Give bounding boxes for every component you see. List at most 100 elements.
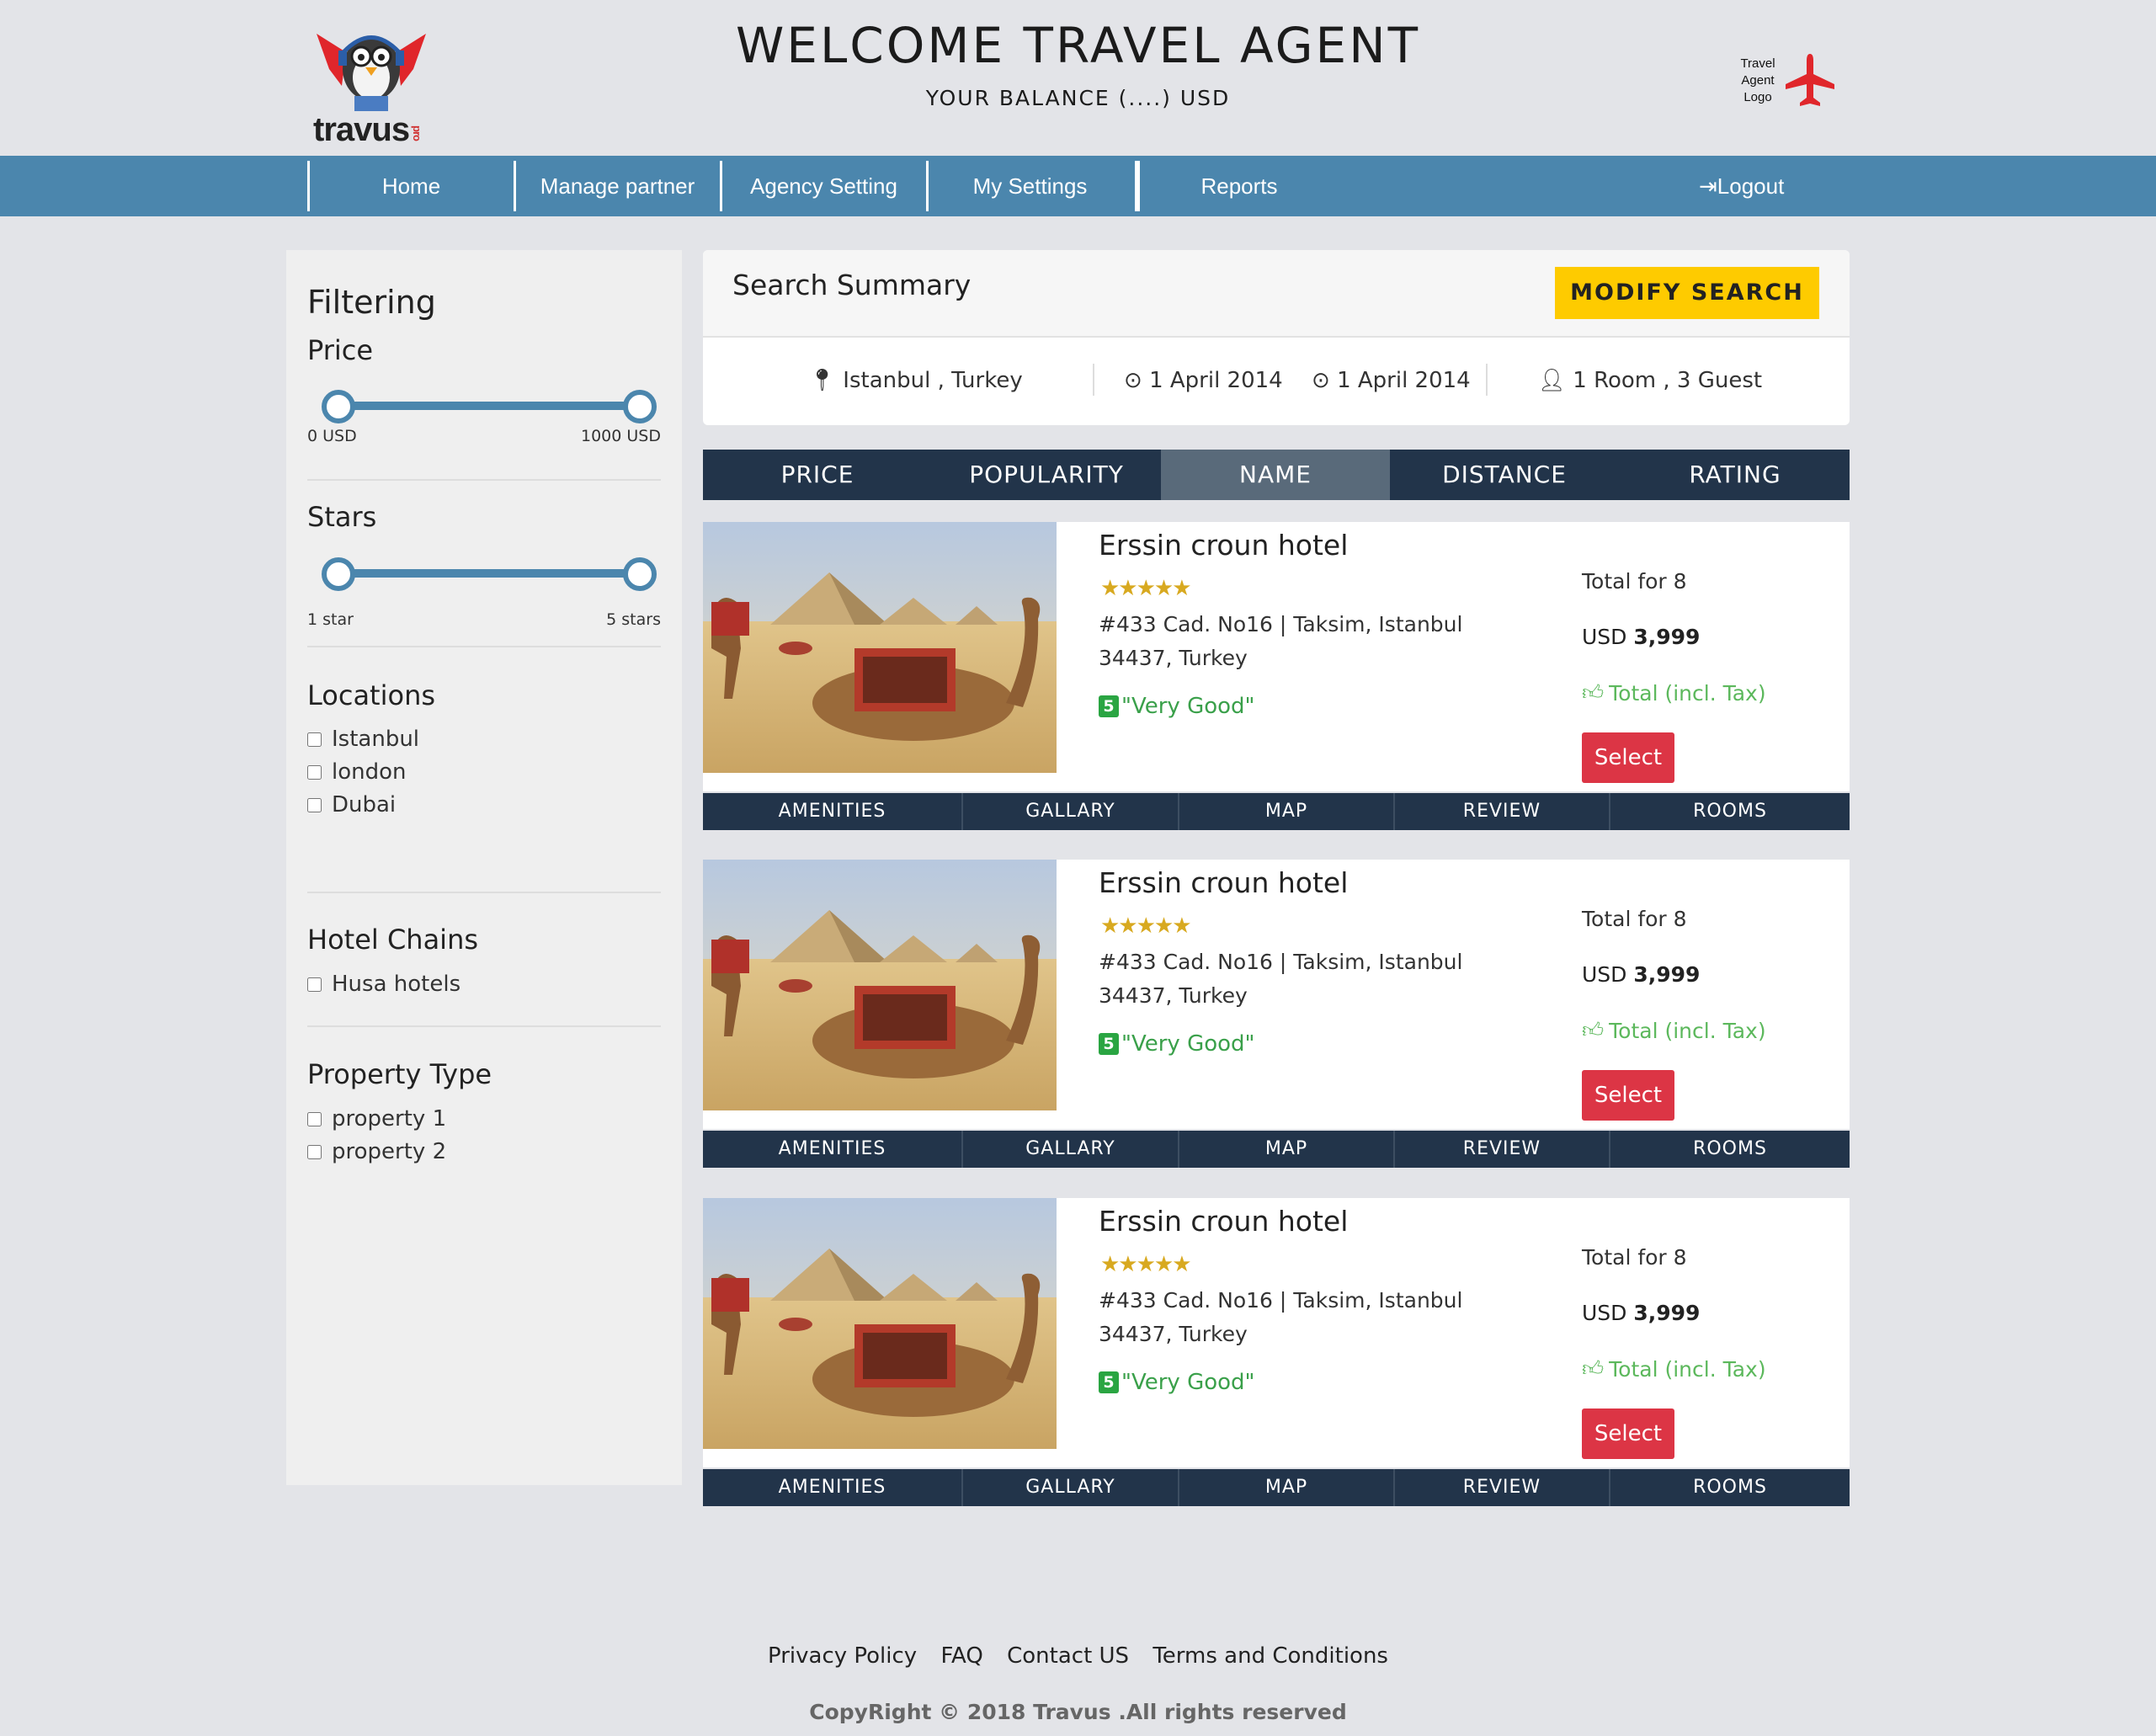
- contact-us-link[interactable]: Contact US: [1007, 1643, 1129, 1669]
- tab-map[interactable]: MAP: [1178, 1469, 1393, 1506]
- faq-link[interactable]: FAQ: [940, 1643, 982, 1669]
- main-nav: Home Manage partner Agency Setting My Se…: [0, 156, 2156, 216]
- hotel-card: Erssin croun hotel ★★★★★ #433 Cad. No16 …: [703, 860, 1850, 1168]
- property-label: property 2: [332, 1139, 447, 1164]
- privacy-policy-link[interactable]: Privacy Policy: [768, 1643, 917, 1669]
- thumbs-up-icon: 👍︎: [1582, 680, 1605, 705]
- hotel-name[interactable]: Erssin croun hotel: [1099, 529, 1348, 562]
- tab-gallery[interactable]: GALLARY: [961, 1469, 1178, 1506]
- price-slider-max-handle[interactable]: [623, 390, 657, 423]
- price-currency: USD: [1582, 1301, 1627, 1325]
- hotel-card-tabs: AMENITIES GALLARY MAP REVIEW ROOMS: [703, 793, 1850, 830]
- summary-location: 📍︎ Istanbul , Turkey: [808, 368, 1023, 393]
- tab-rooms[interactable]: ROOMS: [1609, 1469, 1850, 1506]
- search-summary: Search Summary MODIFY SEARCH 📍︎ Istanbul…: [703, 250, 1850, 425]
- location-option-dubai[interactable]: Dubai: [307, 792, 396, 817]
- total-for-label: Total for 8: [1582, 1245, 1687, 1270]
- logout-button[interactable]: ⇥Logout: [1699, 156, 1784, 216]
- tab-rooms[interactable]: ROOMS: [1609, 793, 1850, 830]
- price-slider-track[interactable]: [335, 402, 638, 410]
- chain-label: Husa hotels: [332, 972, 461, 997]
- rating-text: "Very Good": [1121, 1031, 1255, 1057]
- nav-home[interactable]: Home: [307, 161, 513, 211]
- stars-slider-max-handle[interactable]: [623, 557, 657, 591]
- nav-my-settings[interactable]: My Settings: [926, 161, 1131, 211]
- property-checkbox[interactable]: [307, 1111, 322, 1126]
- property-option-2[interactable]: property 2: [307, 1139, 446, 1164]
- hotel-image[interactable]: [703, 1198, 1057, 1449]
- select-button[interactable]: Select: [1582, 732, 1674, 783]
- filter-sidebar: Filtering Price 0 USD 1000 USD Stars 1 s…: [286, 250, 682, 1485]
- hotel-chains-heading: Hotel Chains: [307, 924, 479, 956]
- total-for-label: Total for 8: [1582, 907, 1687, 931]
- stars-min-label: 1 star: [307, 610, 354, 629]
- location-option-istanbul[interactable]: Istanbul: [307, 727, 419, 752]
- summary-location-text: Istanbul , Turkey: [843, 368, 1023, 393]
- summary-checkin-text: 1 April 2014: [1149, 368, 1283, 393]
- tab-amenities[interactable]: AMENITIES: [703, 1469, 961, 1506]
- sort-price[interactable]: PRICE: [703, 450, 932, 500]
- property-checkbox[interactable]: [307, 1144, 322, 1159]
- nav-reports[interactable]: Reports: [1137, 161, 1342, 211]
- nav-manage-partner[interactable]: Manage partner: [514, 161, 719, 211]
- stars-slider-min-handle[interactable]: [322, 557, 355, 591]
- thumbs-up-icon: 👍︎: [1582, 1018, 1605, 1042]
- tab-review[interactable]: REVIEW: [1393, 793, 1609, 830]
- location-label: Dubai: [332, 792, 397, 817]
- location-checkbox[interactable]: [307, 732, 322, 747]
- search-summary-header: Search Summary MODIFY SEARCH: [703, 250, 1850, 338]
- property-option-1[interactable]: property 1: [307, 1106, 446, 1132]
- total-incl-tax: 👍︎ Total (incl. Tax): [1582, 680, 1766, 706]
- stars-heading: Stars: [307, 501, 377, 533]
- tab-map[interactable]: MAP: [1178, 793, 1393, 830]
- tab-rooms[interactable]: ROOMS: [1609, 1131, 1850, 1168]
- chain-option-husa[interactable]: Husa hotels: [307, 972, 460, 997]
- hotel-image[interactable]: [703, 860, 1057, 1110]
- divider: [307, 1025, 661, 1027]
- hotel-card-body: Erssin croun hotel ★★★★★ #433 Cad. No16 …: [703, 860, 1850, 1129]
- select-button[interactable]: Select: [1582, 1070, 1674, 1121]
- tab-review[interactable]: REVIEW: [1393, 1131, 1609, 1168]
- summary-guests-text: 1 Room , 3 Guest: [1573, 368, 1763, 393]
- nav-agency-setting[interactable]: Agency Setting: [720, 161, 925, 211]
- hotel-name[interactable]: Erssin croun hotel: [1099, 1205, 1348, 1238]
- hotel-price: USD 3,999: [1582, 1301, 1700, 1325]
- hotel-address: #433 Cad. No16 | Taksim, Istanbul 34437,…: [1099, 612, 1463, 670]
- price-amount: 3,999: [1633, 625, 1701, 649]
- sort-distance[interactable]: DISTANCE: [1390, 450, 1619, 500]
- star-rating: ★★★★★: [1100, 913, 1192, 939]
- stars-max-label: 5 stars: [606, 610, 661, 629]
- summary-checkout-text: 1 April 2014: [1337, 368, 1471, 393]
- hotel-address: #433 Cad. No16 | Taksim, Istanbul 34437,…: [1099, 1288, 1463, 1346]
- tab-amenities[interactable]: AMENITIES: [703, 793, 961, 830]
- search-summary-title: Search Summary: [732, 269, 972, 301]
- terms-link[interactable]: Terms and Conditions: [1153, 1643, 1388, 1669]
- sort-name[interactable]: NAME: [1161, 450, 1390, 500]
- airplane-icon: [1781, 51, 1839, 109]
- location-checkbox[interactable]: [307, 797, 322, 812]
- rating-text: "Very Good": [1121, 1370, 1255, 1395]
- tab-gallery[interactable]: GALLARY: [961, 1131, 1178, 1168]
- tab-review[interactable]: REVIEW: [1393, 1469, 1609, 1506]
- tab-gallery[interactable]: GALLARY: [961, 793, 1178, 830]
- summary-checkin: ⊙ 1 April 2014: [1124, 368, 1283, 393]
- sort-popularity[interactable]: POPULARITY: [932, 450, 1161, 500]
- price-currency: USD: [1582, 962, 1627, 987]
- divider: [1486, 364, 1488, 396]
- hotel-card-tabs: AMENITIES GALLARY MAP REVIEW ROOMS: [703, 1469, 1850, 1506]
- location-option-london[interactable]: london: [307, 759, 407, 785]
- location-checkbox[interactable]: [307, 764, 322, 780]
- hotel-name[interactable]: Erssin croun hotel: [1099, 866, 1348, 899]
- hotel-address: #433 Cad. No16 | Taksim, Istanbul 34437,…: [1099, 950, 1463, 1008]
- sort-bar: PRICE POPULARITY NAME DISTANCE RATING: [703, 450, 1850, 500]
- sort-rating[interactable]: RATING: [1621, 450, 1850, 500]
- chain-checkbox[interactable]: [307, 977, 322, 992]
- rating-score-badge: 5: [1099, 1033, 1119, 1055]
- tab-map[interactable]: MAP: [1178, 1131, 1393, 1168]
- tab-amenities[interactable]: AMENITIES: [703, 1131, 961, 1168]
- select-button[interactable]: Select: [1582, 1409, 1674, 1459]
- price-slider-min-handle[interactable]: [322, 390, 355, 423]
- hotel-image[interactable]: [703, 522, 1057, 773]
- stars-slider-track[interactable]: [335, 569, 638, 578]
- modify-search-button[interactable]: MODIFY SEARCH: [1555, 267, 1819, 319]
